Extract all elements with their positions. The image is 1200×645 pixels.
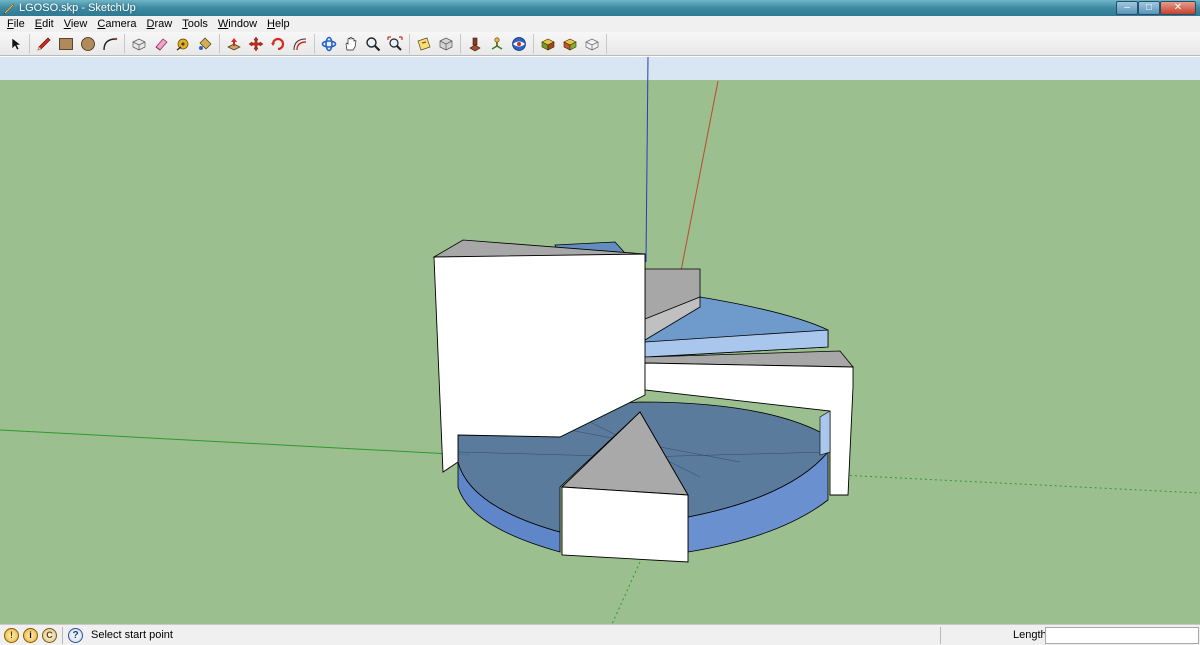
menu-camera[interactable]: Camera <box>92 16 141 32</box>
zoom-extents-button[interactable] <box>384 34 406 54</box>
section-plane-button[interactable] <box>413 34 435 54</box>
toolbar-group-view <box>413 33 461 54</box>
push-pull-icon <box>227 37 241 50</box>
arc-icon <box>103 37 118 50</box>
move-button[interactable] <box>245 34 267 54</box>
pan-button[interactable] <box>340 34 362 54</box>
orbit-button[interactable] <box>318 34 340 54</box>
section-plane-icon <box>417 37 431 50</box>
arc-button[interactable] <box>99 34 121 54</box>
menu-bar: File Edit View Camera Draw Tools Window … <box>0 16 1200 32</box>
paint-bucket-icon <box>199 37 212 50</box>
maximize-button[interactable]: □ <box>1138 1 1160 15</box>
toolbar-group-edit <box>128 33 220 54</box>
zoom-button[interactable] <box>362 34 384 54</box>
look-around-button[interactable] <box>508 34 530 54</box>
rotate-button[interactable] <box>267 34 289 54</box>
sketchup-app-icon <box>3 2 15 14</box>
main-toolbar <box>0 32 1200 56</box>
measurement-input[interactable] <box>1045 627 1199 644</box>
previous-view-button[interactable] <box>435 34 457 54</box>
menu-edit[interactable]: Edit <box>30 16 59 32</box>
user-icon[interactable]: C <box>42 627 57 643</box>
pan-icon <box>345 36 357 50</box>
get-models-icon <box>541 38 555 50</box>
model-viewport[interactable] <box>0 57 1200 624</box>
pencil-line-button[interactable] <box>33 34 55 54</box>
sky-band <box>0 57 1200 80</box>
title-bar: LGOSO.skp - SketchUp – □ ✕ <box>0 0 1200 16</box>
toolbar-group-camera <box>318 33 410 54</box>
toolbar-group-select <box>4 33 30 54</box>
push-pull-button[interactable] <box>223 34 245 54</box>
pencil-line-icon <box>37 37 51 51</box>
components-warehouse-button[interactable] <box>581 34 603 54</box>
zoom-icon <box>366 36 381 51</box>
look-around-icon <box>512 36 526 51</box>
menu-view[interactable]: View <box>59 16 93 32</box>
model-canvas[interactable] <box>0 57 1200 624</box>
close-button[interactable]: ✕ <box>1160 1 1196 15</box>
menu-tools[interactable]: Tools <box>177 16 213 32</box>
position-camera-icon <box>491 36 503 50</box>
make-component-icon <box>132 38 146 50</box>
move-icon <box>248 36 264 51</box>
walk-button[interactable] <box>464 34 486 54</box>
select-tool-button[interactable] <box>4 34 26 54</box>
share-model-button[interactable] <box>559 34 581 54</box>
minimize-button[interactable]: – <box>1116 1 1138 15</box>
toolbar-group-warehouse <box>537 33 607 54</box>
position-camera-button[interactable] <box>486 34 508 54</box>
window-title: LGOSO.skp - SketchUp <box>19 2 136 14</box>
paint-bucket-button[interactable] <box>194 34 216 54</box>
zoom-extents-icon <box>387 35 403 51</box>
status-prompt: Select start point <box>91 629 173 641</box>
window-controls: – □ ✕ <box>1116 1 1196 15</box>
walk-icon <box>469 37 481 51</box>
eraser-button[interactable] <box>150 34 172 54</box>
rectangle-icon <box>59 37 73 50</box>
menu-help[interactable]: Help <box>262 16 295 32</box>
offset-button[interactable] <box>289 34 311 54</box>
measurement-label: Length <box>1013 629 1047 641</box>
menu-file[interactable]: File <box>2 16 30 32</box>
front-wedge-front <box>561 486 689 563</box>
status-bar: ! i C ? Select start point Length <box>0 624 1200 645</box>
make-component-button[interactable] <box>128 34 150 54</box>
help-icon[interactable]: ? <box>68 627 83 643</box>
get-models-button[interactable] <box>537 34 559 54</box>
select-tool-icon <box>11 36 22 50</box>
status-separator <box>62 626 63 644</box>
tape-measure-icon <box>176 38 189 50</box>
status-divider <box>940 627 941 644</box>
toolbar-group-modify <box>223 33 315 54</box>
menu-draw[interactable]: Draw <box>142 16 178 32</box>
components-warehouse-icon <box>585 38 599 50</box>
offset-icon <box>293 38 307 50</box>
previous-view-icon <box>439 37 453 50</box>
eraser-icon <box>155 38 168 50</box>
share-model-icon <box>563 38 577 50</box>
geo-location-icon[interactable]: ! <box>4 627 19 643</box>
credits-icon[interactable]: i <box>23 627 38 643</box>
toolbar-group-draw <box>33 33 125 54</box>
right-white-wedge-inner <box>819 410 831 456</box>
orbit-icon <box>321 36 337 51</box>
menu-window[interactable]: Window <box>213 16 262 32</box>
rotate-icon <box>271 37 285 50</box>
circle-button[interactable] <box>77 34 99 54</box>
circle-icon <box>81 36 95 51</box>
tape-measure-button[interactable] <box>172 34 194 54</box>
rectangle-button[interactable] <box>55 34 77 54</box>
toolbar-group-walk <box>464 33 534 54</box>
